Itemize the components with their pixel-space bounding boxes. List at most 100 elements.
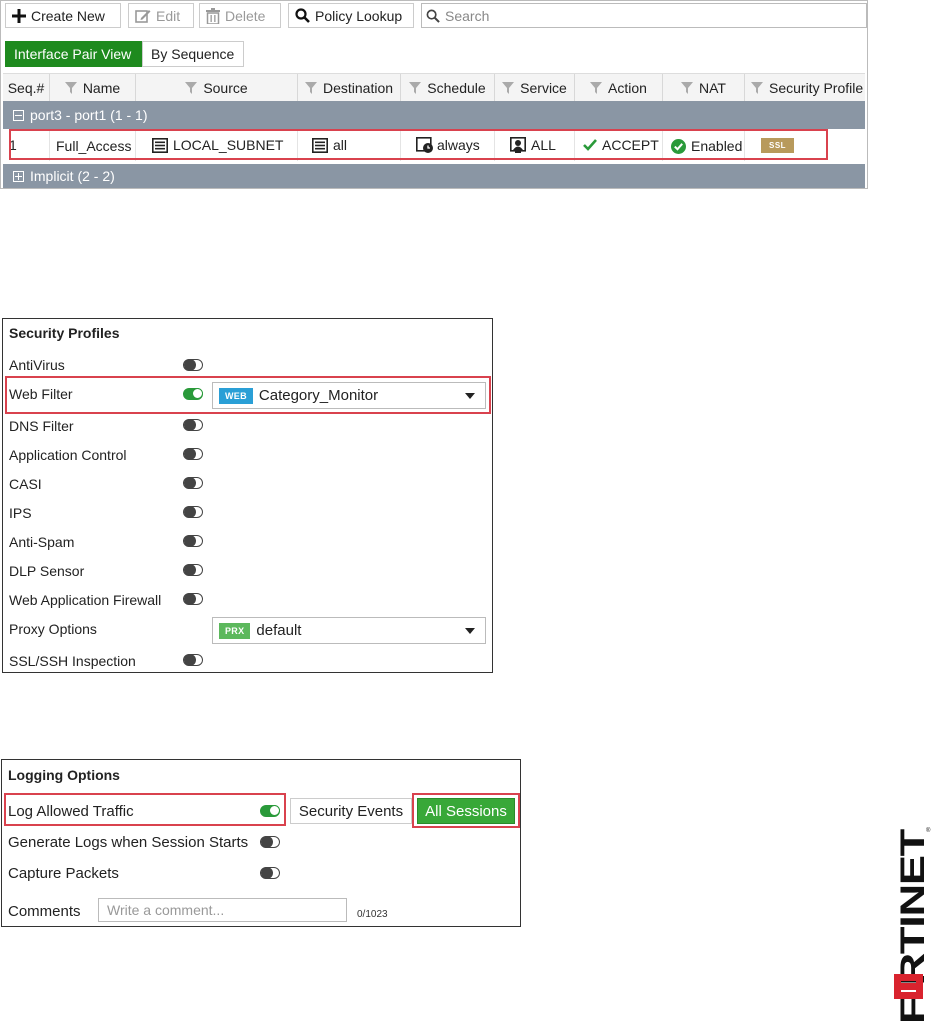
all-sessions-button[interactable]: All Sessions <box>417 798 515 824</box>
cell-security-profile: SSL <box>745 129 867 161</box>
ips-label: IPS <box>9 505 32 521</box>
cell-name: Full_Access <box>50 129 136 161</box>
fortinet-logo: F RTINET ® <box>880 826 935 1026</box>
filter-icon[interactable] <box>590 81 603 94</box>
group-row-port3-port1[interactable]: port3 - port1 (1 - 1) <box>3 101 865 129</box>
ssl-ssh-inspection-toggle[interactable] <box>183 653 203 666</box>
web-tag: WEB <box>219 387 253 404</box>
column-action[interactable]: Action <box>575 74 663 101</box>
destination-label: all <box>333 137 348 153</box>
policy-lookup-button[interactable]: Policy Lookup <box>288 3 414 28</box>
group-label: Implicit (2 - 2) <box>30 168 115 184</box>
ips-toggle[interactable] <box>183 505 203 518</box>
address-icon <box>312 137 328 153</box>
search-input[interactable] <box>443 6 847 25</box>
comment-input[interactable] <box>98 898 347 922</box>
tab-by-sequence[interactable]: By Sequence <box>142 41 244 67</box>
column-label: NAT <box>699 79 726 96</box>
application-control-toggle[interactable] <box>183 447 203 460</box>
svg-text:®: ® <box>926 827 931 834</box>
casi-label: CASI <box>9 476 42 492</box>
application-control-label: Application Control <box>9 447 127 463</box>
proxy-options-value: default <box>256 622 302 639</box>
source-label: LOCAL_SUBNET <box>173 137 284 153</box>
web-filter-select[interactable]: WEB Category_Monitor <box>212 382 486 409</box>
column-seq[interactable]: Seq.# <box>3 74 50 101</box>
column-source[interactable]: Source <box>136 74 298 101</box>
chevron-down-icon <box>465 393 475 399</box>
check-icon <box>583 139 597 151</box>
log-allowed-toggle[interactable] <box>260 805 280 817</box>
security-profiles-title: Security Profiles <box>9 325 120 341</box>
filter-icon[interactable] <box>64 81 77 94</box>
table-row[interactable]: 1 Full_Access LOCAL_SUBNET all always AL… <box>3 129 865 161</box>
filter-icon[interactable] <box>185 81 198 94</box>
nat-label: Enabled <box>691 138 743 154</box>
search-box[interactable] <box>421 3 867 28</box>
search-icon <box>426 9 440 23</box>
edit-icon <box>135 9 151 23</box>
comments-label: Comments <box>8 903 81 920</box>
column-destination[interactable]: Destination <box>298 74 401 101</box>
collapse-icon[interactable] <box>13 109 24 121</box>
security-events-button[interactable]: Security Events <box>290 798 412 824</box>
group-row-implicit[interactable]: Implicit (2 - 2) <box>3 164 865 188</box>
security-profiles-panel: Security Profiles AntiVirus Web Filter W… <box>2 318 493 673</box>
logging-options-title: Logging Options <box>8 767 120 783</box>
anti-spam-toggle[interactable] <box>183 534 203 547</box>
column-label: Schedule <box>427 79 486 96</box>
column-name[interactable]: Name <box>50 74 136 101</box>
service-label: ALL <box>531 137 556 153</box>
proxy-options-select[interactable]: PRX default <box>212 617 486 644</box>
column-service[interactable]: Service <box>495 74 575 101</box>
column-label: Service <box>520 79 567 96</box>
cell-nat: Enabled <box>663 129 745 161</box>
magnifier-icon <box>295 8 310 23</box>
fortinet-logo-image: F RTINET ® <box>894 827 932 1024</box>
edit-button[interactable]: Edit <box>128 3 194 28</box>
waf-toggle[interactable] <box>183 592 203 605</box>
column-label: Seq.# <box>7 79 45 96</box>
casi-toggle[interactable] <box>183 476 203 489</box>
delete-button[interactable]: Delete <box>199 3 281 28</box>
create-new-label: Create New <box>31 7 105 24</box>
web-filter-label: Web Filter <box>9 386 73 402</box>
filter-icon[interactable] <box>681 81 694 94</box>
schedule-icon <box>416 137 433 153</box>
enabled-check-icon <box>671 138 686 154</box>
tab-interface-pair-view[interactable]: Interface Pair View <box>5 41 142 67</box>
generate-logs-toggle[interactable] <box>260 835 280 848</box>
service-icon <box>510 137 526 153</box>
cell-service: ALL <box>495 129 575 161</box>
proxy-options-label: Proxy Options <box>9 621 97 637</box>
expand-icon[interactable] <box>13 170 24 182</box>
generate-logs-label: Generate Logs when Session Starts <box>8 834 249 851</box>
dlp-sensor-toggle[interactable] <box>183 563 203 576</box>
delete-label: Delete <box>225 7 266 24</box>
anti-spam-label: Anti-Spam <box>9 534 75 550</box>
dlp-sensor-label: DLP Sensor <box>9 563 85 579</box>
web-filter-toggle[interactable] <box>183 388 203 400</box>
dns-filter-label: DNS Filter <box>9 418 74 434</box>
column-schedule[interactable]: Schedule <box>401 74 495 101</box>
filter-icon[interactable] <box>502 81 515 94</box>
cell-seq: 1 <box>3 129 50 161</box>
cell-source: LOCAL_SUBNET <box>136 129 298 161</box>
logging-options-panel: Logging Options Log Allowed Traffic Secu… <box>1 759 521 927</box>
schedule-label: always <box>437 137 480 153</box>
cell-action: ACCEPT <box>575 129 663 161</box>
filter-icon[interactable] <box>751 81 763 94</box>
column-nat[interactable]: NAT <box>663 74 745 101</box>
policy-lookup-label: Policy Lookup <box>315 7 403 24</box>
create-new-button[interactable]: Create New <box>5 3 121 28</box>
filter-icon[interactable] <box>304 81 317 94</box>
capture-packets-label: Capture Packets <box>8 865 119 882</box>
column-label: Security Profile <box>769 79 864 96</box>
column-security-profile[interactable]: Security Profile <box>745 74 867 101</box>
dns-filter-toggle[interactable] <box>183 418 203 431</box>
ssl-profile-badge: SSL <box>761 137 795 153</box>
antivirus-toggle[interactable] <box>183 358 203 371</box>
capture-packets-toggle[interactable] <box>260 866 280 879</box>
waf-label: Web Application Firewall <box>9 592 162 608</box>
filter-icon[interactable] <box>409 81 422 94</box>
